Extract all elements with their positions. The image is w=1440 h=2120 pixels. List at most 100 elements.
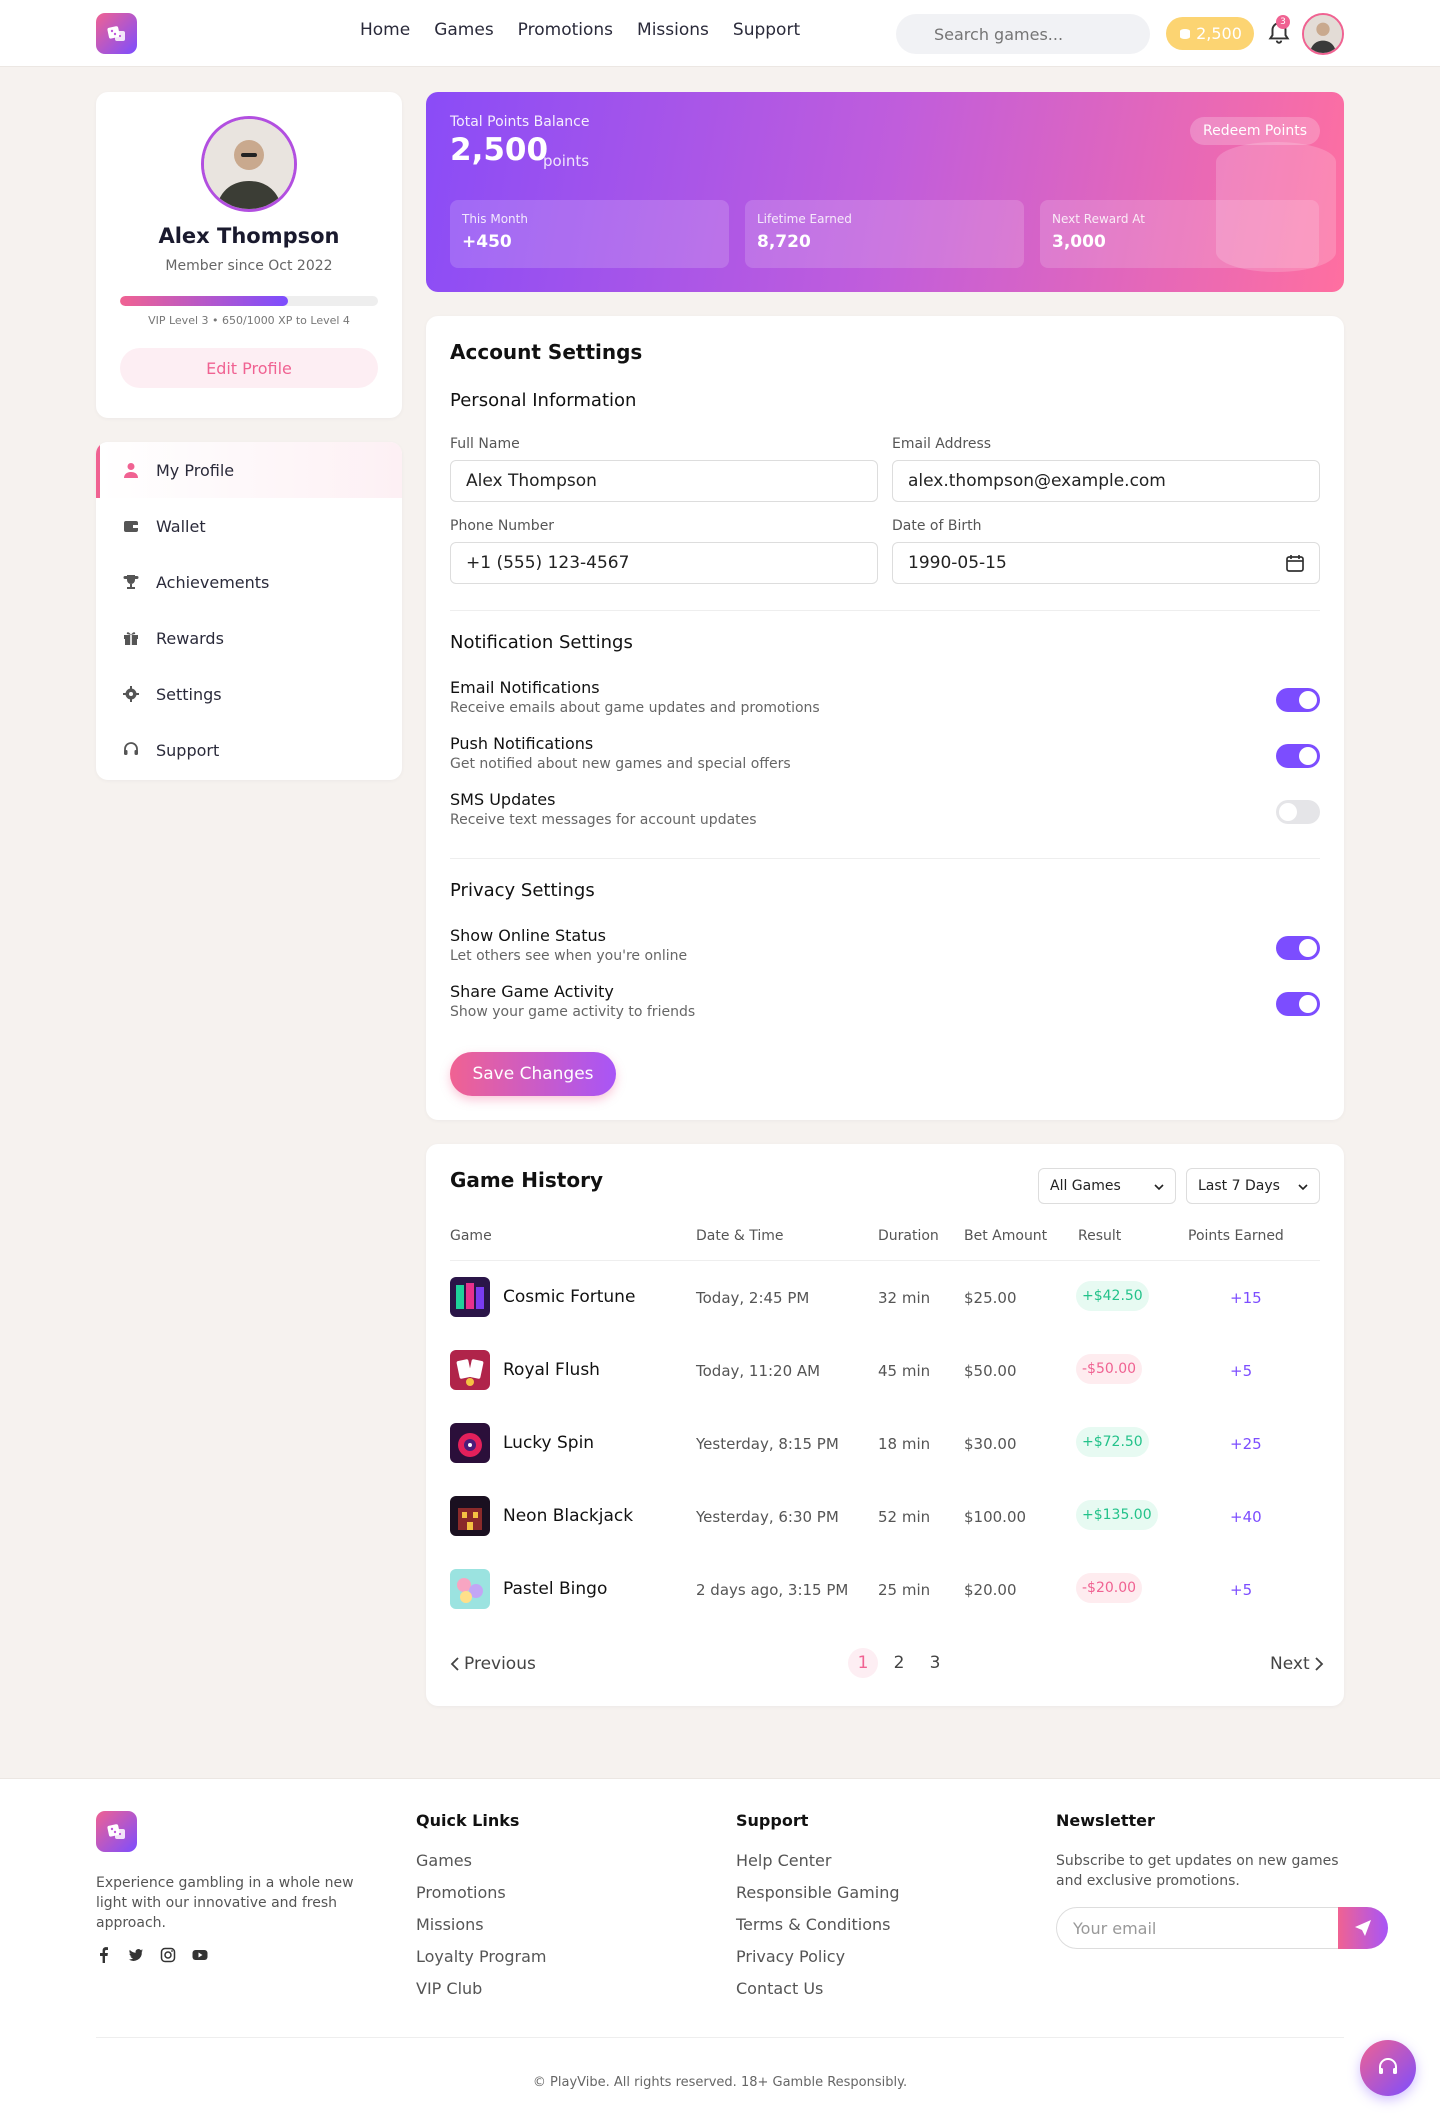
table-row[interactable]: Royal Flush Today, 11:20 AM 45 min $50.0… <box>450 1334 1320 1407</box>
sms-updates-title: SMS Updates <box>450 790 556 809</box>
nav-promotions[interactable]: Promotions <box>518 20 613 40</box>
logo[interactable] <box>96 13 137 54</box>
period-filter-select[interactable]: Last 7 Days <box>1186 1168 1320 1204</box>
stat-label: Lifetime Earned <box>757 212 852 226</box>
footer-link-terms[interactable]: Terms & Conditions <box>736 1915 890 1934</box>
sidebar-item-label: Support <box>156 740 220 760</box>
previous-page-button[interactable]: Previous <box>450 1654 536 1674</box>
game-filter-select[interactable]: All Games <box>1038 1168 1176 1204</box>
points-pill[interactable]: 2,500 <box>1166 17 1254 50</box>
full-name-field[interactable]: Alex Thompson <box>450 460 878 502</box>
bet-cell: $100.00 <box>964 1508 1027 1526</box>
gift-icon <box>124 632 138 645</box>
search-input[interactable] <box>896 14 1150 54</box>
save-changes-button[interactable]: Save Changes <box>450 1052 616 1096</box>
email-notifications-toggle[interactable] <box>1276 688 1320 712</box>
sidebar-item-rewards[interactable]: Rewards <box>96 610 402 666</box>
nav-home[interactable]: Home <box>360 20 410 40</box>
sidebar-item-wallet[interactable]: Wallet <box>96 498 402 554</box>
footer-link-missions[interactable]: Missions <box>416 1915 484 1934</box>
online-status-desc: Let others see when you're online <box>450 948 688 964</box>
period-filter-value: Last 7 Days <box>1198 1178 1280 1194</box>
bet-cell: $20.00 <box>964 1581 1017 1599</box>
footer-link-loyalty[interactable]: Loyalty Program <box>416 1947 546 1966</box>
sidebar-item-achievements[interactable]: Achievements <box>96 554 402 610</box>
game-name[interactable]: Cosmic Fortune <box>503 1287 635 1307</box>
stat-label: This Month <box>462 212 528 226</box>
game-name[interactable]: Lucky Spin <box>503 1433 594 1453</box>
game-name[interactable]: Royal Flush <box>503 1360 600 1380</box>
footer-link-contact[interactable]: Contact Us <box>736 1979 823 1998</box>
youtube-icon[interactable] <box>192 1947 208 1963</box>
instagram-icon[interactable] <box>160 1947 176 1963</box>
dob-field[interactable]: 1990-05-15 <box>892 542 1320 584</box>
game-name[interactable]: Neon Blackjack <box>503 1506 633 1526</box>
bet-cell: $30.00 <box>964 1435 1017 1453</box>
footer-link-vip[interactable]: VIP Club <box>416 1979 482 1998</box>
nav-games[interactable]: Games <box>434 20 493 40</box>
page-2-button[interactable]: 2 <box>884 1648 914 1678</box>
support-chat-button[interactable] <box>1360 2040 1416 2096</box>
coins-icon <box>1180 28 1191 39</box>
user-photo-icon <box>204 119 294 209</box>
duration-cell: 52 min <box>878 1508 931 1526</box>
table-row[interactable]: Neon Blackjack Yesterday, 6:30 PM 52 min… <box>450 1480 1320 1553</box>
footer-link-help[interactable]: Help Center <box>736 1851 831 1870</box>
personal-info-title: Personal Information <box>450 390 637 411</box>
sms-updates-toggle[interactable] <box>1276 800 1320 824</box>
page-1-button[interactable]: 1 <box>848 1648 878 1678</box>
footer-link-responsible[interactable]: Responsible Gaming <box>736 1883 900 1902</box>
footer-link-promotions[interactable]: Promotions <box>416 1883 506 1902</box>
sidebar-item-my-profile[interactable]: My Profile <box>96 442 402 498</box>
bingo-balls-icon <box>450 1569 490 1609</box>
newsletter-email-input[interactable]: Your email <box>1056 1907 1340 1949</box>
col-points: Points Earned <box>1188 1228 1284 1244</box>
history-title: Game History <box>450 1168 603 1192</box>
date-cell: Yesterday, 6:30 PM <box>696 1508 839 1526</box>
game-name[interactable]: Pastel Bingo <box>503 1579 607 1599</box>
newsletter-submit-button[interactable] <box>1338 1907 1388 1949</box>
edit-profile-button[interactable]: Edit Profile <box>120 348 378 388</box>
result-badge: -$50.00 <box>1076 1354 1143 1384</box>
table-row[interactable]: Pastel Bingo 2 days ago, 3:15 PM 25 min … <box>450 1553 1320 1626</box>
settings-title: Account Settings <box>450 340 643 364</box>
header-avatar[interactable] <box>1302 13 1344 55</box>
toggle-knob <box>1299 691 1317 709</box>
points-cell: +40 <box>1230 1508 1262 1526</box>
roulette-wheel-icon <box>450 1423 490 1463</box>
nav-missions[interactable]: Missions <box>637 20 709 40</box>
result-badge: +$42.50 <box>1076 1281 1149 1311</box>
header-points: 2,500 <box>1196 24 1242 43</box>
date-cell: Today, 11:20 AM <box>696 1362 821 1380</box>
facebook-icon[interactable] <box>96 1947 112 1963</box>
footer-link-games[interactable]: Games <box>416 1851 472 1870</box>
toggle-knob <box>1299 747 1317 765</box>
twitter-icon[interactable] <box>128 1947 144 1963</box>
member-since: Member since Oct 2022 <box>165 258 333 274</box>
table-row[interactable]: Lucky Spin Yesterday, 8:15 PM 18 min $30… <box>450 1407 1320 1480</box>
online-status-toggle[interactable] <box>1276 936 1320 960</box>
chevron-right-icon <box>1314 1657 1323 1671</box>
points-cell: +15 <box>1230 1289 1262 1307</box>
share-activity-toggle[interactable] <box>1276 992 1320 1016</box>
sidebar-item-settings[interactable]: Settings <box>96 666 402 722</box>
profile-name: Alex Thompson <box>158 224 340 248</box>
footer-logo[interactable] <box>96 1811 137 1852</box>
sidebar-item-label: Rewards <box>156 628 224 648</box>
footer-link-privacy[interactable]: Privacy Policy <box>736 1947 845 1966</box>
page-3-button[interactable]: 3 <box>920 1648 950 1678</box>
table-row[interactable]: Cosmic Fortune Today, 2:45 PM 32 min $25… <box>450 1261 1320 1334</box>
copyright: © PlayVibe. All rights reserved. 18+ Gam… <box>532 2075 908 2090</box>
game-history-card: Game History All Games Last 7 Days Game … <box>426 1144 1344 1706</box>
redeem-points-button[interactable]: Redeem Points <box>1190 117 1320 145</box>
sidebar-item-support[interactable]: Support <box>96 722 402 778</box>
calendar-icon[interactable] <box>1285 553 1305 573</box>
share-activity-title: Share Game Activity <box>450 982 614 1001</box>
nav-support[interactable]: Support <box>733 20 800 40</box>
next-page-button[interactable]: Next <box>1270 1654 1324 1674</box>
email-field[interactable]: alex.thompson@example.com <box>892 460 1320 502</box>
phone-field[interactable]: +1 (555) 123-4567 <box>450 542 878 584</box>
col-duration: Duration <box>878 1228 939 1244</box>
push-notifications-toggle[interactable] <box>1276 744 1320 768</box>
stat-label: Next Reward At <box>1052 212 1145 226</box>
